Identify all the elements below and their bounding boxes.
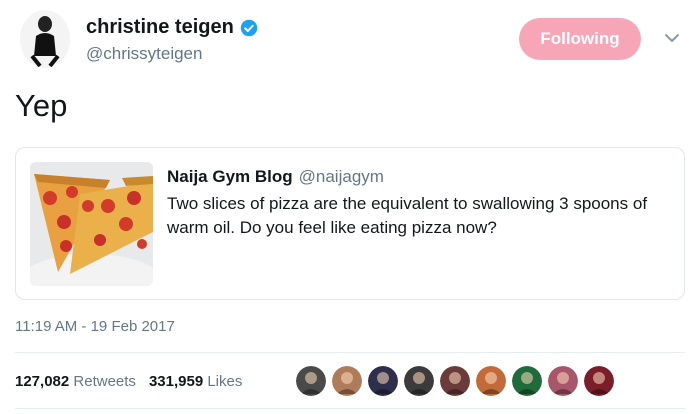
likes-label: Likes <box>207 373 243 390</box>
quoted-tweet-image[interactable] <box>30 162 153 286</box>
quoted-author-handle[interactable]: @naijagym <box>299 167 384 187</box>
display-name[interactable]: christine teigen <box>86 16 234 39</box>
avatar[interactable] <box>20 10 70 68</box>
chevron-down-icon[interactable] <box>662 28 682 48</box>
avatar-image-icon <box>512 366 542 396</box>
liker-avatar[interactable] <box>476 366 506 396</box>
divider <box>15 408 685 409</box>
avatar-image-icon <box>404 366 434 396</box>
retweets-count: 127,082 <box>15 373 70 390</box>
likers-avatars <box>296 366 614 396</box>
quoted-author-name[interactable]: Naija Gym Blog <box>167 167 293 187</box>
tweet-stats: 127,082 Retweets 331,959 Likes <box>15 373 242 390</box>
liker-avatar[interactable] <box>548 366 578 396</box>
avatar-image-icon <box>368 366 398 396</box>
retweets-label: Retweets <box>73 373 136 390</box>
liker-avatar[interactable] <box>296 366 326 396</box>
avatar-image-icon <box>548 366 578 396</box>
avatar-image-icon <box>332 366 362 396</box>
verified-badge-icon <box>240 19 258 36</box>
user-handle[interactable]: @chrissyteigen <box>86 44 202 64</box>
avatar-image-icon <box>584 366 614 396</box>
retweets-stat[interactable]: 127,082 Retweets <box>15 373 136 390</box>
liker-avatar[interactable] <box>440 366 470 396</box>
tweet-text: Yep <box>15 88 68 123</box>
tweet-timestamp[interactable]: 11:19 AM - 19 Feb 2017 <box>15 318 175 335</box>
quoted-tweet[interactable]: Naija Gym Blog @naijagym Two slices of p… <box>15 147 685 300</box>
tweet-header: christine teigen @chrissyteigen Followin… <box>0 0 700 80</box>
liker-avatar[interactable] <box>368 366 398 396</box>
pizza-slices-image <box>30 162 153 286</box>
avatar-image-icon <box>296 366 326 396</box>
avatar-image-icon <box>20 10 70 68</box>
liker-avatar[interactable] <box>404 366 434 396</box>
liker-avatar[interactable] <box>332 366 362 396</box>
following-button[interactable]: Following <box>519 18 641 60</box>
liker-avatar[interactable] <box>512 366 542 396</box>
divider <box>15 352 685 353</box>
avatar-image-icon <box>476 366 506 396</box>
likes-count: 331,959 <box>148 373 204 390</box>
likes-stat[interactable]: 331,959 Likes <box>149 373 242 390</box>
avatar-image-icon <box>440 366 470 396</box>
quoted-tweet-text: Two slices of pizza are the equivalent t… <box>167 194 648 237</box>
liker-avatar[interactable] <box>584 366 614 396</box>
